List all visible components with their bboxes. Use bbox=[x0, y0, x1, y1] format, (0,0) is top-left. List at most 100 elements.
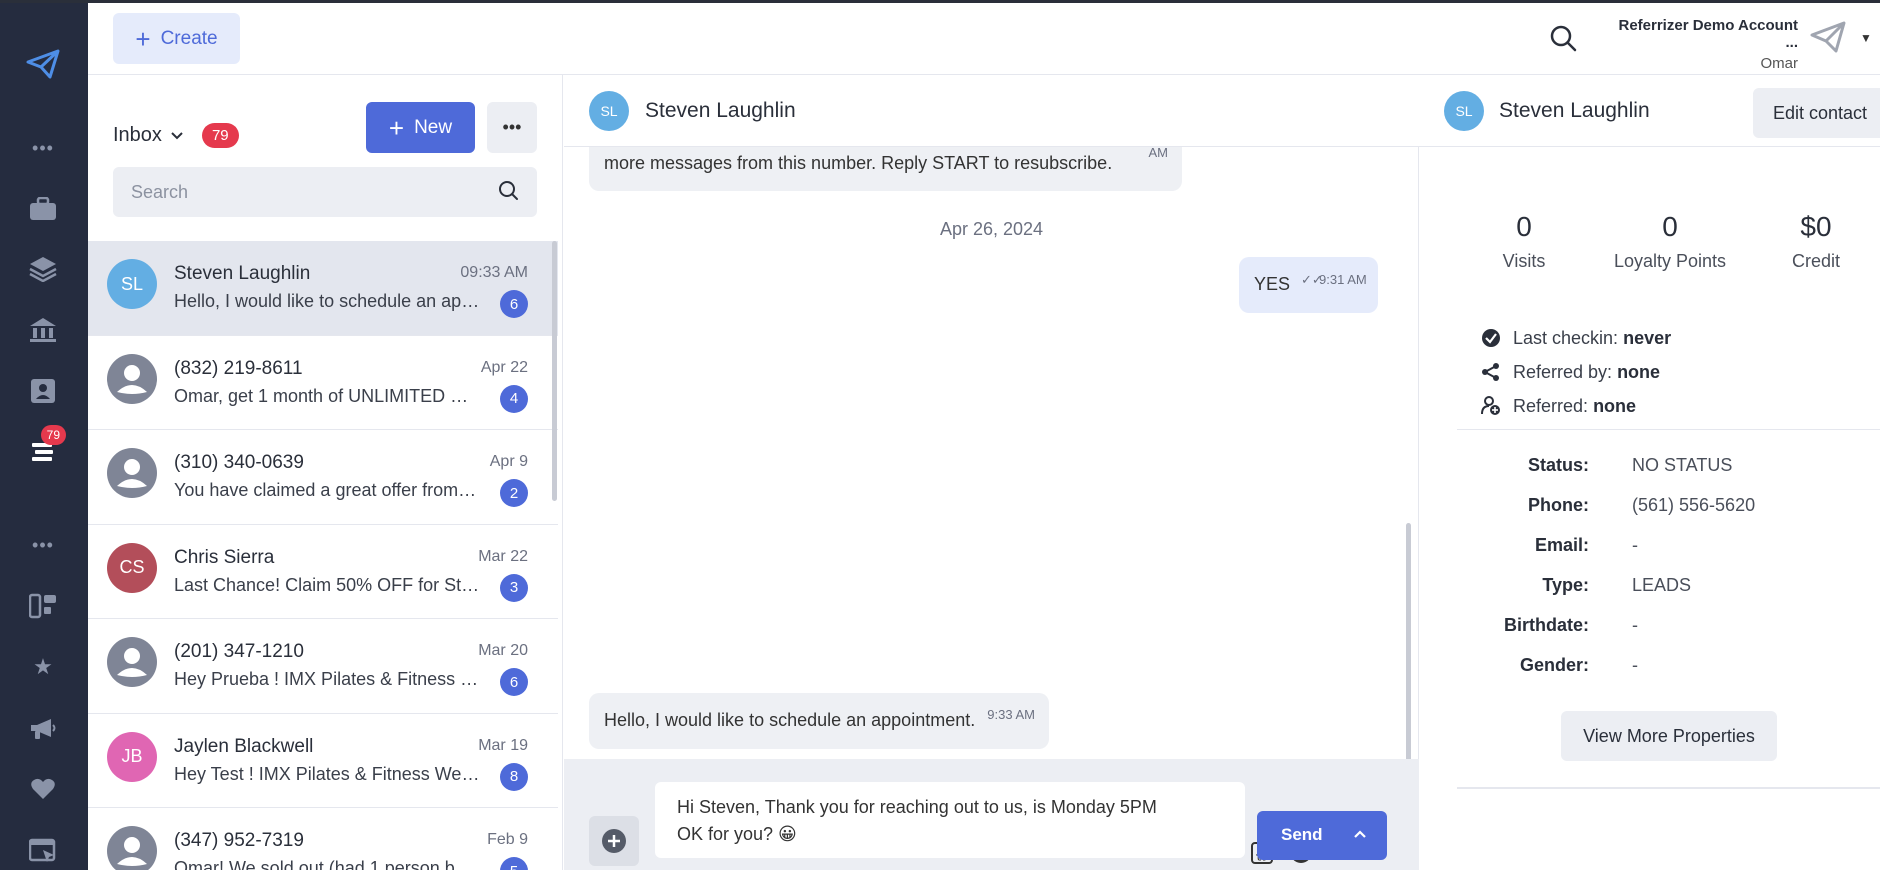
plus-circle-icon bbox=[602, 829, 626, 853]
contact-header: SL Steven Laughlin Edit contact bbox=[1419, 75, 1880, 147]
unread-count-badge: 2 bbox=[500, 479, 528, 507]
property-value: LEADS bbox=[1632, 575, 1692, 595]
app-root: ••• 79 ••• ★ + Create Referrizer Demo Ac… bbox=[0, 0, 1880, 870]
conversation-item[interactable]: (310) 340-0639 Apr 9 You have claimed a gr… bbox=[88, 430, 558, 525]
message-time: AM bbox=[1148, 145, 1169, 160]
edit-contact-button[interactable]: Edit contact bbox=[1753, 88, 1880, 138]
message-input[interactable]: Hi Steven, Thank you for reaching out to… bbox=[655, 782, 1312, 864]
default-avatar-icon bbox=[107, 637, 157, 687]
global-search-icon[interactable] bbox=[1548, 23, 1578, 53]
more-options-button[interactable]: ••• bbox=[487, 102, 537, 153]
stat-visits: 0 Visits bbox=[1479, 211, 1569, 272]
conversation-item[interactable]: SL Steven Laughlin 09:33 AM Hello, I would … bbox=[88, 241, 558, 336]
inbox-search-input[interactable] bbox=[131, 181, 497, 203]
conversation-date: Mar 22 bbox=[478, 547, 528, 565]
property-value: (561) 556-5620 bbox=[1632, 495, 1756, 515]
more-dots-icon-2[interactable]: ••• bbox=[26, 528, 60, 562]
conversation-date: Mar 19 bbox=[478, 736, 528, 754]
inbox-panel: Inbox 79 + New ••• SL Steven Laughlin 09:3… bbox=[88, 75, 563, 870]
attach-button[interactable] bbox=[589, 816, 639, 866]
referred-label: Referred: bbox=[1513, 395, 1589, 416]
message-text: Hello, I would like to schedule an appoi… bbox=[604, 710, 976, 730]
briefcase-icon[interactable] bbox=[26, 192, 60, 226]
conversation-item[interactable]: (832) 219-8611 Apr 22 Omar, get 1 month of… bbox=[88, 336, 558, 430]
message-input-line-1: Hi Steven, Thank you for reaching out to… bbox=[677, 797, 1157, 817]
account-name: Referrizer Demo Account ... bbox=[1618, 17, 1799, 51]
create-button[interactable]: + Create bbox=[113, 13, 240, 64]
view-more-properties-button[interactable]: View More Properties bbox=[1561, 711, 1777, 761]
conversation-name: Jaylen Blackwell bbox=[174, 735, 314, 757]
referred-value: none bbox=[1593, 395, 1637, 416]
chevron-down-icon bbox=[170, 128, 184, 144]
conversation-item[interactable]: (201) 347-1210 Mar 20 Hey Prueba ! IMX Pil… bbox=[88, 619, 558, 714]
stat-value: 0 bbox=[1516, 211, 1532, 242]
stat-label: Visits bbox=[1502, 251, 1546, 271]
inbox-count-badge: 79 bbox=[201, 123, 239, 148]
message-text: YES bbox=[1254, 274, 1291, 294]
account-user: Omar bbox=[1760, 55, 1799, 72]
divider bbox=[1457, 429, 1880, 430]
new-message-button[interactable]: + New bbox=[366, 102, 475, 153]
search-icon[interactable] bbox=[497, 179, 519, 206]
send-button[interactable]: Send bbox=[1257, 811, 1387, 860]
ellipsis-icon: ••• bbox=[502, 117, 522, 137]
chevron-up-icon[interactable] bbox=[1353, 826, 1367, 844]
inbox-nav-icon[interactable]: 79 bbox=[26, 425, 66, 469]
message-time: 9:31 AM bbox=[1319, 272, 1367, 287]
conversation-item[interactable]: JB Jaylen Blackwell Mar 19 Hey Test ! IMX P… bbox=[88, 714, 558, 808]
avatar[interactable]: SL bbox=[1444, 91, 1484, 131]
star-icon[interactable]: ★ bbox=[26, 650, 60, 684]
heart-icon[interactable] bbox=[26, 772, 60, 806]
more-dots-icon[interactable]: ••• bbox=[26, 131, 60, 165]
last-checkin-label: Last checkin: bbox=[1513, 327, 1619, 348]
new-label: New bbox=[414, 116, 453, 138]
plus-icon: + bbox=[388, 112, 405, 143]
conversation-date: 09:33 AM bbox=[460, 264, 528, 281]
stat-label: Loyalty Points bbox=[1613, 251, 1727, 271]
bank-icon[interactable] bbox=[26, 313, 60, 347]
stat-value: 0 bbox=[1662, 211, 1678, 242]
conversation-preview: Omar! We sold out (had 1 person back... bbox=[174, 858, 480, 870]
list-scrollbar[interactable] bbox=[552, 241, 557, 501]
left-rail: ••• 79 ••• ★ bbox=[0, 3, 88, 870]
account-switcher[interactable]: Referrizer Demo Account ... Omar bbox=[1608, 17, 1799, 72]
conversation-preview: You have claimed a great offer from L... bbox=[174, 480, 480, 500]
conversation-name: (201) 347-1210 bbox=[174, 641, 304, 662]
conversation-date: Feb 9 bbox=[487, 831, 528, 848]
megaphone-icon[interactable] bbox=[26, 712, 60, 746]
property-value: - bbox=[1632, 655, 1638, 675]
avatar: JB bbox=[107, 731, 157, 782]
conversation-name: (310) 340-0639 bbox=[174, 452, 304, 473]
create-label: Create bbox=[160, 27, 218, 49]
property-key: Email: bbox=[1534, 535, 1589, 555]
default-avatar-icon bbox=[107, 353, 157, 404]
unread-count-badge: 4 bbox=[500, 384, 528, 413]
widgets-icon[interactable] bbox=[26, 589, 60, 623]
conversation-item[interactable]: (347) 952-7319 Feb 9 Omar! We sold out (ha… bbox=[88, 808, 558, 870]
send-label: Send bbox=[1281, 825, 1323, 844]
avatar[interactable]: SL bbox=[589, 91, 629, 131]
conversation-preview: Hello, I would like to schedule an appo.… bbox=[174, 291, 480, 311]
property-value: - bbox=[1632, 615, 1638, 635]
chat-contact-name[interactable]: Steven Laughlin bbox=[645, 99, 796, 123]
conversation-name: Steven Laughlin bbox=[174, 263, 311, 284]
conversation-list: SL Steven Laughlin 09:33 AM Hello, I would … bbox=[88, 241, 558, 870]
unread-count-badge: 6 bbox=[500, 668, 528, 696]
property-key: Gender: bbox=[1519, 655, 1589, 675]
chevron-down-icon[interactable]: ▼ bbox=[1860, 31, 1872, 45]
conversation-name: Chris Sierra bbox=[174, 546, 275, 568]
conversation-item[interactable]: CS Chris Sierra Mar 22 Last Chance! Claim 5… bbox=[88, 525, 558, 619]
inbox-dropdown[interactable]: Inbox 79 bbox=[113, 123, 239, 148]
property-value: - bbox=[1632, 535, 1638, 555]
contact-card-icon[interactable] bbox=[26, 374, 60, 408]
default-avatar-icon bbox=[107, 448, 157, 498]
message-input-line-2: OK for you? 😀 bbox=[677, 824, 797, 844]
stat-loyalty-points: 0 Loyalty Points bbox=[1600, 211, 1740, 272]
click-window-icon[interactable] bbox=[26, 834, 60, 868]
last-checkin-value: never bbox=[1623, 327, 1672, 348]
layers-icon[interactable] bbox=[26, 252, 60, 286]
send-logo-icon[interactable] bbox=[26, 47, 60, 81]
account-logo-icon[interactable] bbox=[1810, 21, 1846, 57]
message-bubble-incoming: Hello, I would like to schedule an appoi… bbox=[589, 693, 1049, 749]
inbox-search bbox=[113, 167, 537, 217]
